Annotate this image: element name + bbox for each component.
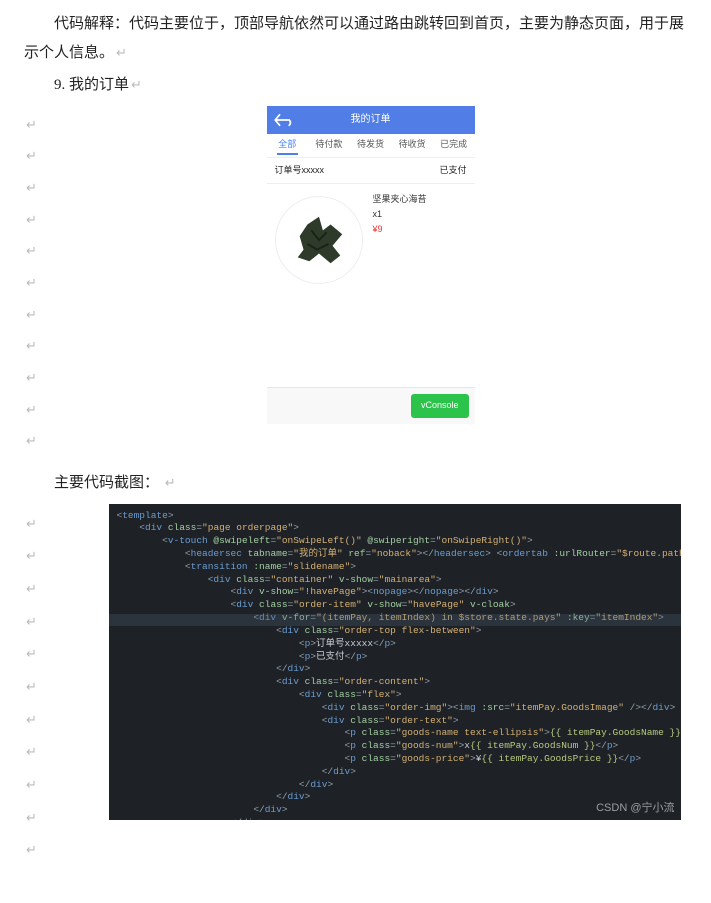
phone-tabs: 全部 待付款 待发货 待收货 已完成 xyxy=(267,134,475,158)
crlf-mark: ↵ xyxy=(26,838,54,863)
crlf-mark: ↵ xyxy=(26,610,54,635)
intro-paragraph: 代码解释：代码主要位于，顶部导航依然可以通过路由跳转回到首页，主要为静态页面，用… xyxy=(24,10,687,67)
phone-page-title: 我的订单 xyxy=(267,110,475,129)
code-editor-screenshot: <template> <div class="page orderpage"> … xyxy=(109,504,681,820)
phone-header: 我的订单 xyxy=(267,106,475,134)
tab-all[interactable]: 全部 xyxy=(267,136,309,153)
goods-num: x1 xyxy=(373,207,427,222)
order-content: 坚果夹心海苔 x1 ¥9 xyxy=(267,184,475,388)
order-status: 已支付 xyxy=(439,162,466,179)
vconsole-button[interactable]: vConsole xyxy=(411,394,469,417)
section-9-text: 9. 我的订单 xyxy=(54,77,129,93)
crlf-mark: ↵ xyxy=(26,544,54,569)
product-info: 坚果夹心海苔 x1 ¥9 xyxy=(373,192,427,238)
crlf-mark: ↵ xyxy=(26,642,54,667)
crlf-mark: ↵ xyxy=(26,239,54,264)
crlf-mark: ↵ xyxy=(26,708,54,733)
crlf-mark: ↵ xyxy=(116,45,127,60)
crlf-mark: ↵ xyxy=(26,398,54,423)
phone-screenshot-row: ↵ ↵ ↵ ↵ ↵ ↵ ↵ ↵ ↵ ↵ ↵ 我的订单 全部 待 xyxy=(24,106,687,462)
crlf-mark: ↵ xyxy=(26,740,54,765)
crlf-mark: ↵ xyxy=(26,806,54,831)
order-number: 订单号xxxxx xyxy=(275,162,325,179)
goods-price: ¥9 xyxy=(373,222,427,237)
tab-done[interactable]: 已完成 xyxy=(433,136,475,153)
highlighted-line xyxy=(109,614,681,626)
code-caption-text: 主要代码截图： xyxy=(54,475,159,491)
csdn-watermark: CSDN @宁小流 xyxy=(596,801,674,816)
crlf-mark: ↵ xyxy=(26,366,54,391)
crlf-mark: ↵ xyxy=(26,176,54,201)
crlf-mark: ↵ xyxy=(26,675,54,700)
left-crlf-column: ↵ ↵ ↵ ↵ ↵ ↵ ↵ ↵ ↵ ↵ ↵ xyxy=(26,106,54,462)
crlf-mark: ↵ xyxy=(131,77,142,92)
crlf-mark: ↵ xyxy=(26,429,54,454)
crlf-mark: ↵ xyxy=(26,773,54,798)
document-body: 代码解释：代码主要位于，顶部导航依然可以通过路由跳转回到首页，主要为静态页面，用… xyxy=(0,0,711,871)
crlf-mark: ↵ xyxy=(26,334,54,359)
crlf-mark: ↵ xyxy=(165,475,176,490)
goods-name: 坚果夹心海苔 xyxy=(373,192,427,207)
product-image xyxy=(275,196,363,284)
crlf-mark: ↵ xyxy=(26,303,54,328)
tab-pending-receive[interactable]: 待收货 xyxy=(391,136,433,153)
crlf-mark: ↵ xyxy=(26,113,54,138)
tab-pending-pay[interactable]: 待付款 xyxy=(308,136,350,153)
order-top-row: 订单号xxxxx 已支付 xyxy=(267,158,475,184)
crlf-mark: ↵ xyxy=(26,577,54,602)
seaweed-icon xyxy=(290,211,348,269)
section-9-heading: 9. 我的订单↵ xyxy=(24,71,687,100)
tab-pending-ship[interactable]: 待发货 xyxy=(350,136,392,153)
crlf-mark: ↵ xyxy=(26,208,54,233)
code-caption: 主要代码截图： ↵ xyxy=(24,469,687,498)
left-crlf-column-2: ↵ ↵ ↵ ↵ ↵ ↵ ↵ ↵ ↵ ↵ ↵ xyxy=(26,504,54,872)
crlf-mark: ↵ xyxy=(26,144,54,169)
code-screenshot-row: ↵ ↵ ↵ ↵ ↵ ↵ ↵ ↵ ↵ ↵ ↵ <template> <div cl… xyxy=(24,504,687,872)
phone-bottom-bar: vConsole xyxy=(267,387,475,423)
phone-mockup: 我的订单 全部 待付款 待发货 待收货 已完成 订单号xxxxx 已支付 xyxy=(267,106,475,424)
crlf-mark: ↵ xyxy=(26,271,54,296)
crlf-mark: ↵ xyxy=(26,512,54,537)
